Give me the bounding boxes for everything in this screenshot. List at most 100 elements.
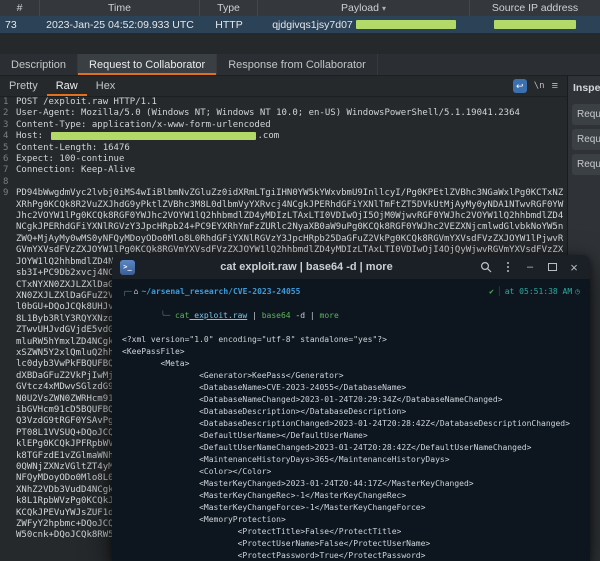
column-header-label: Type bbox=[217, 2, 240, 14]
line-number: 4 bbox=[0, 131, 16, 142]
row-time-cell: 2023-Jan-25 04:52:09.933 UTC bbox=[40, 16, 200, 33]
subtab-raw[interactable]: Raw bbox=[47, 76, 87, 96]
request-line: 1POST /exploit.raw HTTP/1.1 bbox=[0, 97, 567, 108]
tab-description[interactable]: Description bbox=[0, 54, 78, 75]
output-line: <ProtectTitle>False</ProtectTitle> bbox=[122, 526, 580, 538]
editor-menu-icon[interactable]: ≡ bbox=[552, 80, 558, 92]
column-header--[interactable]: # bbox=[0, 0, 40, 16]
table-empty-area[interactable] bbox=[0, 33, 600, 54]
inspector-section[interactable]: Request bbox=[572, 104, 600, 125]
prompt-connector: ╰─ bbox=[161, 311, 175, 320]
command-name: cat bbox=[175, 311, 189, 320]
request-line: 8 bbox=[0, 177, 567, 188]
line-number: 8 bbox=[0, 177, 16, 188]
search-icon[interactable] bbox=[478, 259, 494, 275]
payload-text: qjdgivqs1jsy7d07 bbox=[272, 19, 353, 31]
cwd-path: ~/arsenal_research/CVE-2023-24055 bbox=[141, 286, 300, 298]
line-number: 9 bbox=[0, 188, 16, 542]
row-payload-cell: qjdgivqs1jsy7d07 bbox=[258, 16, 470, 33]
request-line-text: Connection: Keep-Alive bbox=[16, 165, 567, 176]
output-line: <ProtectUserName>False</ProtectUserName> bbox=[122, 538, 580, 550]
output-line: <?xml version="1.0" encoding="utf-8" sta… bbox=[122, 334, 580, 346]
payload-dropdown-icon[interactable]: ▾ bbox=[382, 4, 386, 13]
shell-prompt-line: ╭─ ⌂ ~/arsenal_research/CVE-2023-24055 ✔… bbox=[122, 286, 580, 298]
column-header-type[interactable]: Type bbox=[200, 0, 258, 16]
request-line-text: Content-Type: application/x-www-form-url… bbox=[16, 120, 567, 131]
output-line: <MemoryProtection> bbox=[122, 514, 580, 526]
request-line-text: POST /exploit.raw HTTP/1.1 bbox=[16, 97, 567, 108]
editor-toolbar-icons: ↩ \n ≡ bbox=[513, 76, 567, 96]
output-line: <MasterKeyChangeForce>-1</MasterKeyChang… bbox=[122, 502, 580, 514]
terminal-window: >_ cat exploit.raw | base64 -d | more – … bbox=[112, 255, 590, 561]
output-line: <DatabaseDescription></DatabaseDescripti… bbox=[122, 406, 580, 418]
output-line: <DefaultUserNameChanged>2023-01-24T20:28… bbox=[122, 442, 580, 454]
request-line: 5Content-Length: 16476 bbox=[0, 143, 567, 154]
home-icon: ⌂ bbox=[134, 286, 139, 298]
detail-tabs: DescriptionRequest to CollaboratorRespon… bbox=[0, 54, 600, 76]
show-newlines-icon[interactable]: \n bbox=[534, 81, 545, 91]
command-file-arg: exploit.raw bbox=[189, 311, 247, 320]
command-output: <?xml version="1.0" encoding="utf-8" sta… bbox=[122, 334, 580, 561]
output-line: <DatabaseDescriptionChanged>2023-01-24T2… bbox=[122, 418, 580, 430]
row-number-cell: 73 bbox=[0, 16, 40, 33]
clock-icon: ◷ bbox=[575, 286, 580, 298]
output-line: <MaintenanceHistoryDays>365</Maintenance… bbox=[122, 454, 580, 466]
request-line-text: Content-Length: 16476 bbox=[16, 143, 567, 154]
inspector-title: Inspect bbox=[568, 76, 600, 100]
line-number: 7 bbox=[0, 165, 16, 176]
inspector-section[interactable]: Request bbox=[572, 129, 600, 150]
output-line: <MasterKeyChangeRec>-1</MasterKeyChangeR… bbox=[122, 490, 580, 502]
prompt-time: at 05:51:38 AM bbox=[505, 286, 572, 298]
tab-request-to-collaborator[interactable]: Request to Collaborator bbox=[78, 54, 217, 75]
column-header-payload[interactable]: Payload▾ bbox=[258, 0, 470, 16]
prompt-separator: │ bbox=[497, 286, 502, 298]
request-line: 6Expect: 100-continue bbox=[0, 154, 567, 165]
payload-redaction-bar bbox=[356, 20, 456, 29]
row-type-cell: HTTP bbox=[200, 16, 258, 33]
request-line-text bbox=[16, 177, 567, 188]
kebab-menu-icon[interactable] bbox=[500, 259, 516, 275]
column-header-label: Source IP address bbox=[492, 2, 578, 14]
output-line: <Meta> bbox=[122, 358, 580, 370]
output-line: <DatabaseNameChanged>2023-01-24T20:29:34… bbox=[122, 394, 580, 406]
output-line: <ProtectPassword>True</ProtectPassword> bbox=[122, 550, 580, 561]
column-header-label: # bbox=[17, 2, 23, 14]
tab-response-from-collaborator[interactable]: Response from Collaborator bbox=[217, 54, 378, 75]
terminal-titlebar[interactable]: >_ cat exploit.raw | base64 -d | more – … bbox=[112, 255, 590, 279]
terminal-title: cat exploit.raw | base64 -d | more bbox=[141, 261, 472, 273]
line-number: 6 bbox=[0, 154, 16, 165]
line-number: 1 bbox=[0, 97, 16, 108]
minimize-button[interactable]: – bbox=[522, 259, 538, 275]
prompt-connector: ╭─ bbox=[122, 286, 132, 298]
subtab-hex[interactable]: Hex bbox=[87, 76, 125, 96]
column-header-source-ip-address[interactable]: Source IP address bbox=[470, 0, 600, 16]
output-line: <Color></Color> bbox=[122, 466, 580, 478]
terminal-body[interactable]: ╭─ ⌂ ~/arsenal_research/CVE-2023-24055 ✔… bbox=[112, 279, 590, 561]
table-header-row: # Time Type Payload▾ Source IP address bbox=[0, 0, 600, 17]
output-line: <Generator>KeePass</Generator> bbox=[122, 370, 580, 382]
subtab-pretty[interactable]: Pretty bbox=[0, 76, 47, 96]
output-line: <KeePassFile> bbox=[122, 346, 580, 358]
output-line: <DatabaseName>CVE-2023-24055</DatabaseNa… bbox=[122, 382, 580, 394]
table-row[interactable]: 732023-Jan-25 04:52:09.933 UTCHTTP qjdgiv… bbox=[0, 16, 600, 34]
shell-command-line: ╰─ cat exploit.raw | base64 -d | more bbox=[122, 298, 580, 334]
request-line: 7Connection: Keep-Alive bbox=[0, 165, 567, 176]
request-line: 2User-Agent: Mozilla/5.0 (Windows NT; Wi… bbox=[0, 108, 567, 119]
column-header-label: Payload bbox=[341, 2, 379, 14]
row-source-ip-cell bbox=[470, 16, 600, 33]
inspector-section[interactable]: Request bbox=[572, 154, 600, 175]
line-number: 5 bbox=[0, 143, 16, 154]
line-number: 3 bbox=[0, 120, 16, 131]
column-header-time[interactable]: Time bbox=[40, 0, 200, 16]
maximize-button[interactable] bbox=[544, 259, 560, 275]
request-line-text: Expect: 100-continue bbox=[16, 154, 567, 165]
output-line: <MasterKeyChanged>2023-01-24T20:44:17Z</… bbox=[122, 478, 580, 490]
terminal-app-icon: >_ bbox=[120, 260, 135, 275]
soft-wrap-icon[interactable]: ↩ bbox=[513, 79, 527, 93]
close-button[interactable]: × bbox=[566, 259, 582, 275]
output-line: <DefaultUserName></DefaultUserName> bbox=[122, 430, 580, 442]
line-number: 2 bbox=[0, 108, 16, 119]
source-ip-redaction-bar bbox=[494, 20, 576, 29]
host-redaction-bar bbox=[51, 132, 256, 140]
message-editor-subtabs: PrettyRawHex ↩ \n ≡ bbox=[0, 76, 567, 97]
